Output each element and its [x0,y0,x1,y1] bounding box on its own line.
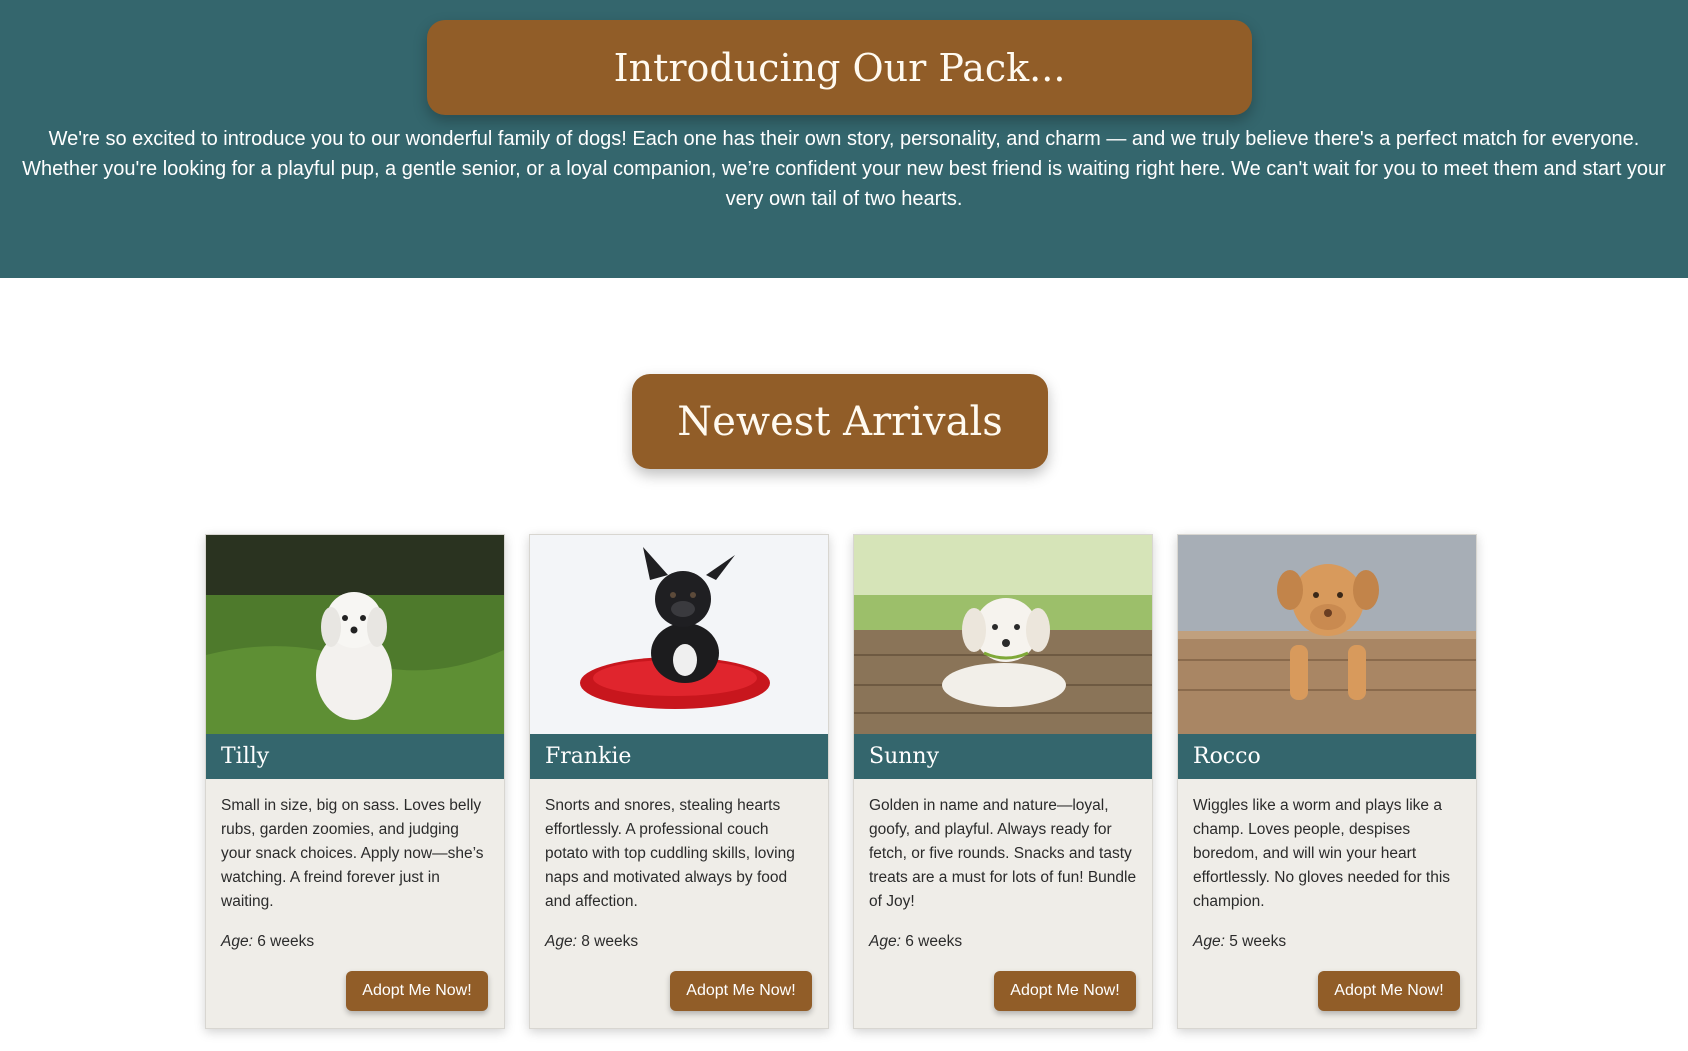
hero-intro-text: We're so excited to introduce you to our… [22,128,1666,210]
dog-name-rocco: Rocco [1178,734,1476,779]
age-value: 8 weeks [581,933,639,950]
dog-card-rocco: Rocco Wiggles like a worm and plays like… [1177,534,1477,1029]
adopt-button-tilly[interactable]: Adopt Me Now! [346,971,488,1011]
hero-title: Introducing Our Pack... [613,45,1066,90]
dog-card-sunny: Sunny Golden in name and nature—loyal, g… [853,534,1153,1029]
dog-name-sunny: Sunny [854,734,1152,779]
dog-photo-frankie [530,535,828,734]
adopt-button-rocco[interactable]: Adopt Me Now! [1318,971,1460,1011]
dog-age-sunny: Age: 6 weeks [869,933,962,951]
dog-age-tilly: Age: 6 weeks [221,933,314,951]
age-label: Age: [221,933,253,950]
dog-name-frankie: Frankie [530,734,828,779]
age-label: Age: [1193,933,1225,950]
dog-description-frankie: Snorts and snores, stealing hearts effor… [545,797,795,910]
newest-arrivals-banner: Newest Arrivals [632,374,1048,469]
dog-card-frankie: Frankie Snorts and snores, stealing hear… [529,534,829,1029]
dog-name-tilly: Tilly [206,734,504,779]
dog-age-frankie: Age: 8 weeks [545,933,638,951]
adopt-button-frankie[interactable]: Adopt Me Now! [670,971,812,1011]
dog-photo-sunny [854,535,1152,734]
age-value: 5 weeks [1229,933,1287,950]
dog-description-sunny: Golden in name and nature—loyal, goofy, … [869,797,1137,910]
hero-section: Introducing Our Pack... We're so excited… [0,0,1688,278]
age-label: Age: [545,933,577,950]
dog-age-rocco: Age: 5 weeks [1193,933,1286,951]
section-title: Newest Arrivals [677,398,1003,445]
age-label: Age: [869,933,901,950]
adopt-button-sunny[interactable]: Adopt Me Now! [994,971,1136,1011]
age-value: 6 weeks [257,933,315,950]
dog-photo-rocco [1178,535,1476,734]
dog-description-tilly: Small in size, big on sass. Loves belly … [221,797,484,910]
hero-title-banner: Introducing Our Pack... [427,20,1252,115]
dog-description-rocco: Wiggles like a worm and plays like a cha… [1193,797,1451,910]
dog-card-tilly: Tilly Small in size, big on sass. Loves … [205,534,505,1029]
dog-photo-tilly [206,535,504,734]
age-value: 6 weeks [905,933,963,950]
